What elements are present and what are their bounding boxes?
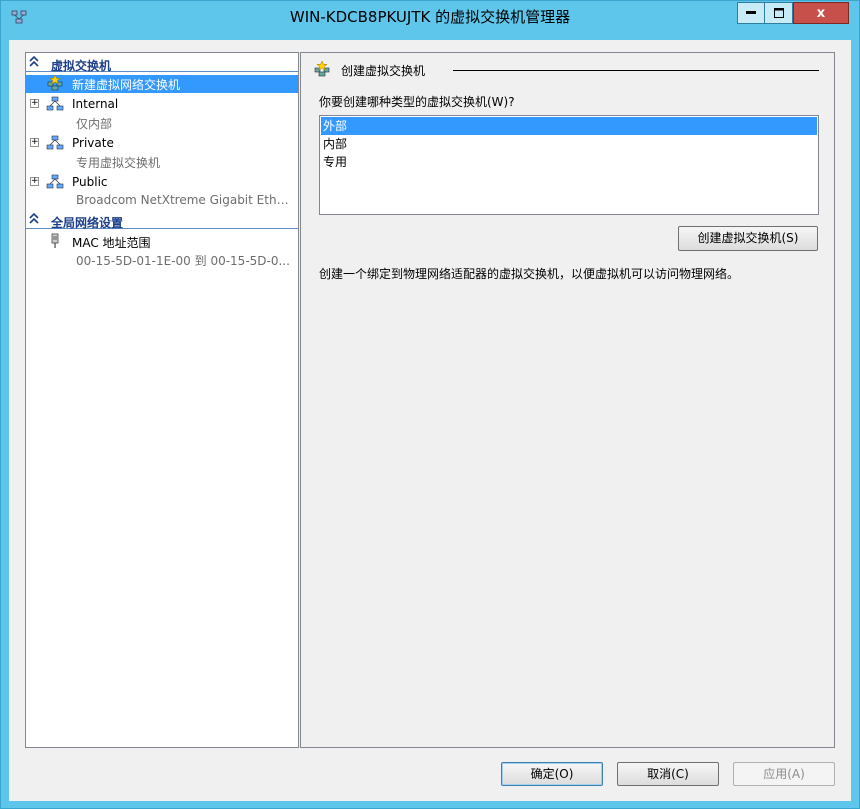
apply-button[interactable]: 应用(A) — [733, 762, 835, 786]
section-label: 虚拟交换机 — [51, 59, 112, 73]
expand-plus-icon[interactable]: + — [30, 99, 39, 108]
section-header-global-network-settings[interactable]: 全局网络设置 — [26, 212, 298, 230]
tree-item-new-virtual-switch[interactable]: 新建虚拟网络交换机 — [26, 75, 298, 93]
tree-item-label: 新建虚拟网络交换机 — [72, 78, 181, 92]
tree-item-private[interactable]: + Private 专用虚拟交换机 — [26, 135, 298, 171]
close-icon: x — [816, 5, 826, 21]
group-title: 创建虚拟交换机 — [341, 64, 426, 78]
minimize-icon — [746, 11, 756, 14]
section-label: 全局网络设置 — [51, 216, 124, 230]
mac-range-value: 00-15-5D-01-1E-00 到 00-15-5D-0... — [76, 254, 290, 268]
switch-type: 专用虚拟交换机 — [76, 156, 161, 170]
new-switch-star-icon — [47, 75, 63, 91]
tree-item-internal[interactable]: + Internal 仅内部 — [26, 96, 298, 132]
switch-manager-window: WIN-KDCB8PKUJTK 的虚拟交换机管理器 x 虚拟交换机 新建虚拟网络… — [0, 0, 860, 809]
switch-name: Public — [72, 175, 108, 189]
switch-type-description: 创建一个绑定到物理网络适配器的虚拟交换机，以便虚拟机可以访问物理网络。 — [319, 267, 740, 281]
network-adapter-plug-icon — [51, 233, 59, 248]
list-option-external[interactable]: 外部 — [321, 117, 817, 135]
switch-adapter: Broadcom NetXtreme Gigabit Ether... — [76, 193, 291, 207]
section-header-virtual-switches[interactable]: 虚拟交换机 — [26, 55, 298, 73]
create-virtual-switch-button[interactable]: 创建虚拟交换机(S) — [678, 226, 818, 251]
network-nodes-icon — [46, 96, 64, 111]
switch-name: Private — [72, 136, 114, 150]
navigation-tree[interactable]: 虚拟交换机 新建虚拟网络交换机 + Internal 仅内部 + Private… — [25, 52, 299, 748]
expand-plus-icon[interactable]: + — [30, 177, 39, 186]
switch-type-prompt: 你要创建哪种类型的虚拟交换机(W)? — [319, 95, 515, 109]
expand-plus-icon[interactable]: + — [30, 138, 39, 147]
details-pane: 创建虚拟交换机 你要创建哪种类型的虚拟交换机(W)? 外部 内部 专用 创建虚拟… — [300, 52, 835, 748]
maximize-button[interactable] — [765, 2, 793, 24]
switch-type: 仅内部 — [76, 117, 113, 131]
title-bar[interactable]: WIN-KDCB8PKUJTK 的虚拟交换机管理器 x — [1, 1, 859, 34]
ok-button[interactable]: 确定(O) — [501, 762, 603, 786]
close-button[interactable]: x — [793, 2, 849, 24]
maximize-icon — [773, 8, 784, 18]
switch-type-listbox[interactable]: 外部 内部 专用 — [319, 115, 819, 215]
list-option-internal[interactable]: 内部 — [321, 135, 817, 153]
window-title: WIN-KDCB8PKUJTK 的虚拟交换机管理器 — [289, 8, 571, 26]
network-nodes-icon — [46, 135, 64, 150]
collapse-chevron-icon[interactable] — [29, 212, 39, 228]
list-option-private[interactable]: 专用 — [321, 153, 817, 171]
tree-item-mac-address-range[interactable]: MAC 地址范围 00-15-5D-01-1E-00 到 00-15-5D-0.… — [26, 233, 298, 269]
mac-range-label: MAC 地址范围 — [72, 236, 151, 250]
tree-item-public[interactable]: + Public Broadcom NetXtreme Gigabit Ethe… — [26, 174, 298, 210]
collapse-chevron-icon[interactable] — [29, 55, 39, 71]
switch-name: Internal — [72, 97, 119, 111]
group-divider — [453, 70, 819, 71]
dialog-client-area: 虚拟交换机 新建虚拟网络交换机 + Internal 仅内部 + Private… — [9, 40, 851, 801]
network-nodes-icon — [46, 174, 64, 189]
new-switch-star-icon — [314, 61, 330, 77]
cancel-button[interactable]: 取消(C) — [617, 762, 719, 786]
minimize-button[interactable] — [737, 2, 765, 24]
